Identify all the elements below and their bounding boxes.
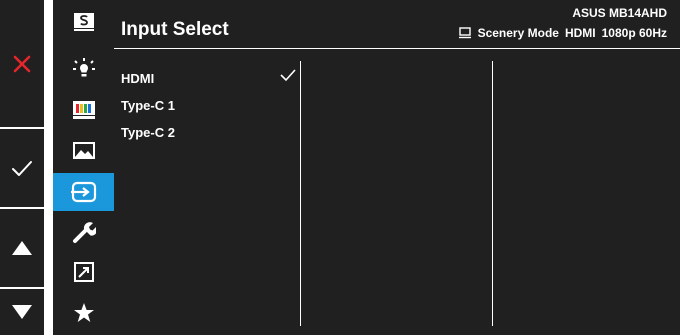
menu-item-image[interactable] [53,132,114,170]
page-title: Input Select [121,19,229,40]
down-button[interactable] [0,289,44,335]
up-icon [12,241,32,255]
menu-item-input-select[interactable] [53,173,114,211]
menu-item-favorite[interactable] [53,294,114,332]
menu-item-blue-light[interactable] [53,50,114,88]
status-input: HDMI [564,26,596,40]
menu-item-color[interactable] [53,91,114,129]
input-option-type-c-2[interactable]: Type-C 2 [121,125,175,140]
menu-item-system-setup[interactable] [53,213,114,251]
shortcut-icon [73,262,94,282]
confirm-icon [12,161,32,176]
splendid-icon [73,13,94,31]
selected-check-icon [280,69,296,82]
blue-light-icon [72,58,95,77]
favorite-icon [73,303,94,322]
status-resolution: 1080p 60Hz [601,26,667,40]
menu-item-shortcut[interactable] [53,253,114,291]
up-button[interactable] [0,209,44,287]
input-option-hdmi[interactable]: HDMI [121,71,154,86]
image-icon [72,142,95,159]
confirm-button[interactable] [0,129,44,207]
model-name: ASUS MB14AHD [572,6,667,20]
column-divider-2 [492,61,493,326]
menu-item-splendid[interactable] [53,3,114,41]
color-icon [72,101,95,119]
main-panel: Input Select ASUS MB14AHD Scenery Mode H… [114,0,680,335]
input-select-icon [70,181,96,203]
nav-column [0,0,45,335]
input-option-type-c-1[interactable]: Type-C 1 [121,98,175,113]
status-bar: Scenery Mode HDMI 1080p 60Hz [458,26,667,40]
monitor-icon [458,27,471,39]
menu-column [53,0,114,335]
close-button[interactable] [0,0,44,127]
close-icon [13,55,31,72]
status-mode: Scenery Mode [477,26,559,40]
down-icon [12,305,32,319]
header-divider [114,48,680,49]
system-setup-icon [72,222,96,243]
column-divider-1 [300,61,301,326]
